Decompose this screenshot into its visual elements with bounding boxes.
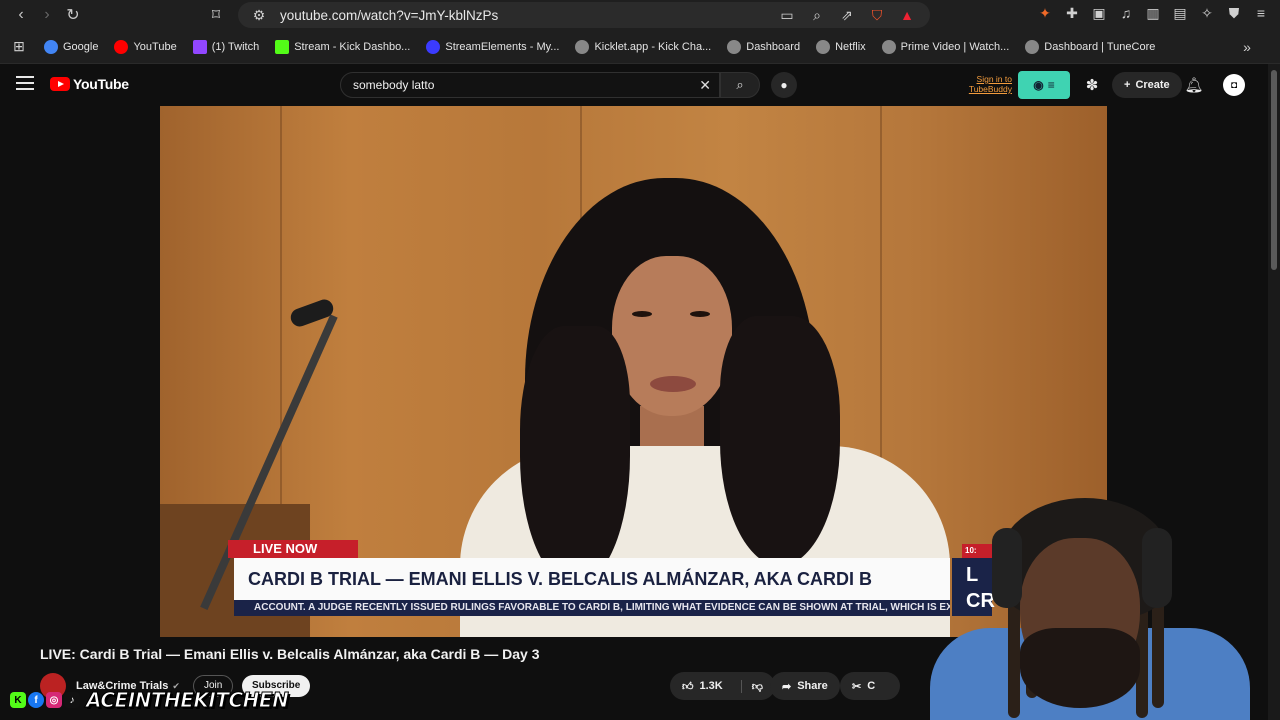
guide-menu-icon[interactable] — [16, 76, 34, 90]
dislike-button[interactable]: 👎︎ — [740, 679, 763, 693]
more-bookmarks-icon[interactable]: » — [1238, 38, 1256, 56]
headline-banner: CARDI B TRIAL — EMANI ELLIS V. BELCALIS … — [234, 558, 950, 600]
bookmark-youtube[interactable]: YouTube — [114, 39, 177, 54]
forward-icon[interactable]: › — [34, 2, 60, 28]
address-bar[interactable]: ⚙ youtube.com/watch?v=JmY-kblNzPs ▭ ⌕ ⇗ … — [238, 2, 930, 28]
globe-icon — [816, 39, 831, 54]
twitch-icon — [192, 39, 207, 54]
streamelements-icon — [426, 39, 441, 54]
menu-lines-icon: ≡ — [1047, 78, 1055, 92]
reload-icon[interactable]: ↻ — [60, 2, 86, 28]
live-now-tag: LIVE NOW — [228, 540, 358, 558]
youtube-logo[interactable]: YouTube — [50, 76, 129, 92]
thumbs-up-icon: 👍︎ — [682, 680, 694, 693]
clear-search-icon[interactable]: ✕ — [699, 77, 711, 94]
url-text[interactable]: youtube.com/watch?v=JmY-kblNzPs — [280, 8, 498, 23]
page-scrollbar[interactable] — [1268, 64, 1280, 720]
bookmark-tunecore[interactable]: Dashboard | TuneCore — [1025, 39, 1155, 54]
share-button[interactable]: ➦ Share — [770, 672, 840, 700]
bookmark-google[interactable]: Google — [44, 39, 98, 54]
screenshot-icon[interactable]: ▣ — [1090, 4, 1108, 22]
sidebar-icon[interactable]: ▥ — [1144, 4, 1162, 22]
extension-puzzle-icon[interactable]: ✽ — [1082, 75, 1102, 95]
back-icon[interactable]: ‹ — [8, 2, 34, 28]
bookmarks-bar: ⊞ Google YouTube (1) Twitch Stream - Kic… — [0, 30, 1280, 64]
bookmark-netflix[interactable]: Netflix — [816, 39, 866, 54]
kick-icon: K — [10, 692, 26, 708]
globe-icon — [881, 39, 896, 54]
streamer-beard — [1020, 628, 1140, 708]
hair-strand — [520, 326, 630, 586]
create-button[interactable]: + Create — [1112, 72, 1182, 98]
browser-toolbar: ‹ › ↻ ⌑ ⚙ youtube.com/watch?v=JmY-kblNzP… — [0, 0, 1280, 30]
extension-icon-orange[interactable]: ✦ — [1036, 4, 1054, 22]
streamer-webcam — [890, 478, 1250, 720]
streamer-handle: ACEINTHEKITCHEN — [85, 688, 289, 713]
google-icon — [44, 39, 58, 54]
cast-icon[interactable]: ▭ — [778, 6, 796, 24]
music-icon[interactable]: ♫ — [1117, 4, 1135, 22]
site-info-icon[interactable]: ⚙ — [250, 6, 268, 24]
hair-strand — [720, 316, 840, 566]
news-ticker: ACCOUNT. A JUDGE RECENTLY ISSUED RULINGS… — [234, 600, 950, 616]
face — [612, 256, 732, 416]
wallet-icon[interactable]: ▤ — [1171, 4, 1189, 22]
bookmark-dashboard[interactable]: Dashboard — [727, 39, 800, 54]
headset-left — [992, 528, 1022, 608]
kick-icon — [275, 39, 290, 54]
bookmark-kick[interactable]: Stream - Kick Dashbo... — [275, 39, 410, 54]
search-button[interactable]: ⌕ — [720, 72, 760, 98]
voice-search-button[interactable]: ● — [771, 72, 797, 98]
scissors-icon: ✂ — [852, 680, 862, 693]
tubebuddy-signin-link[interactable]: Sign in to TubeBuddy — [956, 74, 1012, 94]
tubebuddy-icon: ◉ — [1033, 78, 1044, 92]
notifications-bell-icon[interactable]: 🔔︎ — [1184, 75, 1204, 95]
zoom-icon[interactable]: ⌕ — [808, 6, 826, 24]
youtube-icon — [114, 39, 129, 54]
brave-shield-icon[interactable]: ⛉ — [868, 6, 886, 24]
share-icon[interactable]: ⇗ — [838, 6, 856, 24]
youtube-header: YouTube ✕ ⌕ ● Sign in to TubeBuddy ◉≡ ✽ … — [0, 64, 1280, 106]
scrollbar-thumb[interactable] — [1271, 70, 1277, 270]
search-icon: ⌕ — [736, 77, 744, 92]
search-box[interactable]: ✕ — [340, 72, 720, 98]
search-input[interactable] — [353, 78, 693, 92]
headset-right — [1142, 528, 1172, 608]
right-eye — [690, 311, 710, 317]
brave-rewards-icon[interactable]: ▲ — [898, 6, 916, 24]
tubebuddy-menu-button[interactable]: ◉ ≡ — [1018, 71, 1070, 99]
globe-icon — [727, 39, 742, 54]
left-eye — [632, 311, 652, 317]
like-button[interactable]: 👍︎ 1.3K 👎︎ — [670, 672, 775, 700]
bookmark-prime-video[interactable]: Prime Video | Watch... — [881, 39, 1009, 54]
globe-icon — [575, 39, 590, 54]
lips — [650, 376, 696, 392]
account-avatar[interactable]: ◘ — [1223, 74, 1245, 96]
instagram-icon: ◎ — [46, 692, 62, 708]
tiktok-icon: ♪ — [64, 692, 80, 708]
bookmark-kicklet[interactable]: Kicklet.app - Kick Cha... — [575, 39, 711, 54]
menu-icon[interactable]: ≡ — [1252, 4, 1270, 22]
share-arrow-icon: ➦ — [782, 680, 792, 693]
apps-icon[interactable]: ⊞ — [10, 38, 28, 56]
bookmark-twitch[interactable]: (1) Twitch — [192, 39, 259, 54]
social-handle-overlay: K f ◎ ♪ ACEINTHEKITCHEN — [10, 688, 289, 713]
globe-icon — [1025, 39, 1040, 54]
youtube-play-icon — [50, 77, 70, 91]
microphone-icon: ● — [780, 78, 788, 92]
extensions-icon[interactable]: ✚ — [1063, 4, 1081, 22]
facebook-icon: f — [28, 692, 44, 708]
bookmark-streamelements[interactable]: StreamElements - My... — [426, 39, 559, 54]
plus-icon: + — [1124, 79, 1131, 91]
vpn-icon[interactable]: ⛊ — [1225, 4, 1243, 22]
video-title: LIVE: Cardi B Trial — Emani Ellis v. Bel… — [40, 646, 540, 662]
bookmark-icon[interactable]: ⌑ — [203, 2, 229, 28]
leo-icon[interactable]: ✧ — [1198, 4, 1216, 22]
